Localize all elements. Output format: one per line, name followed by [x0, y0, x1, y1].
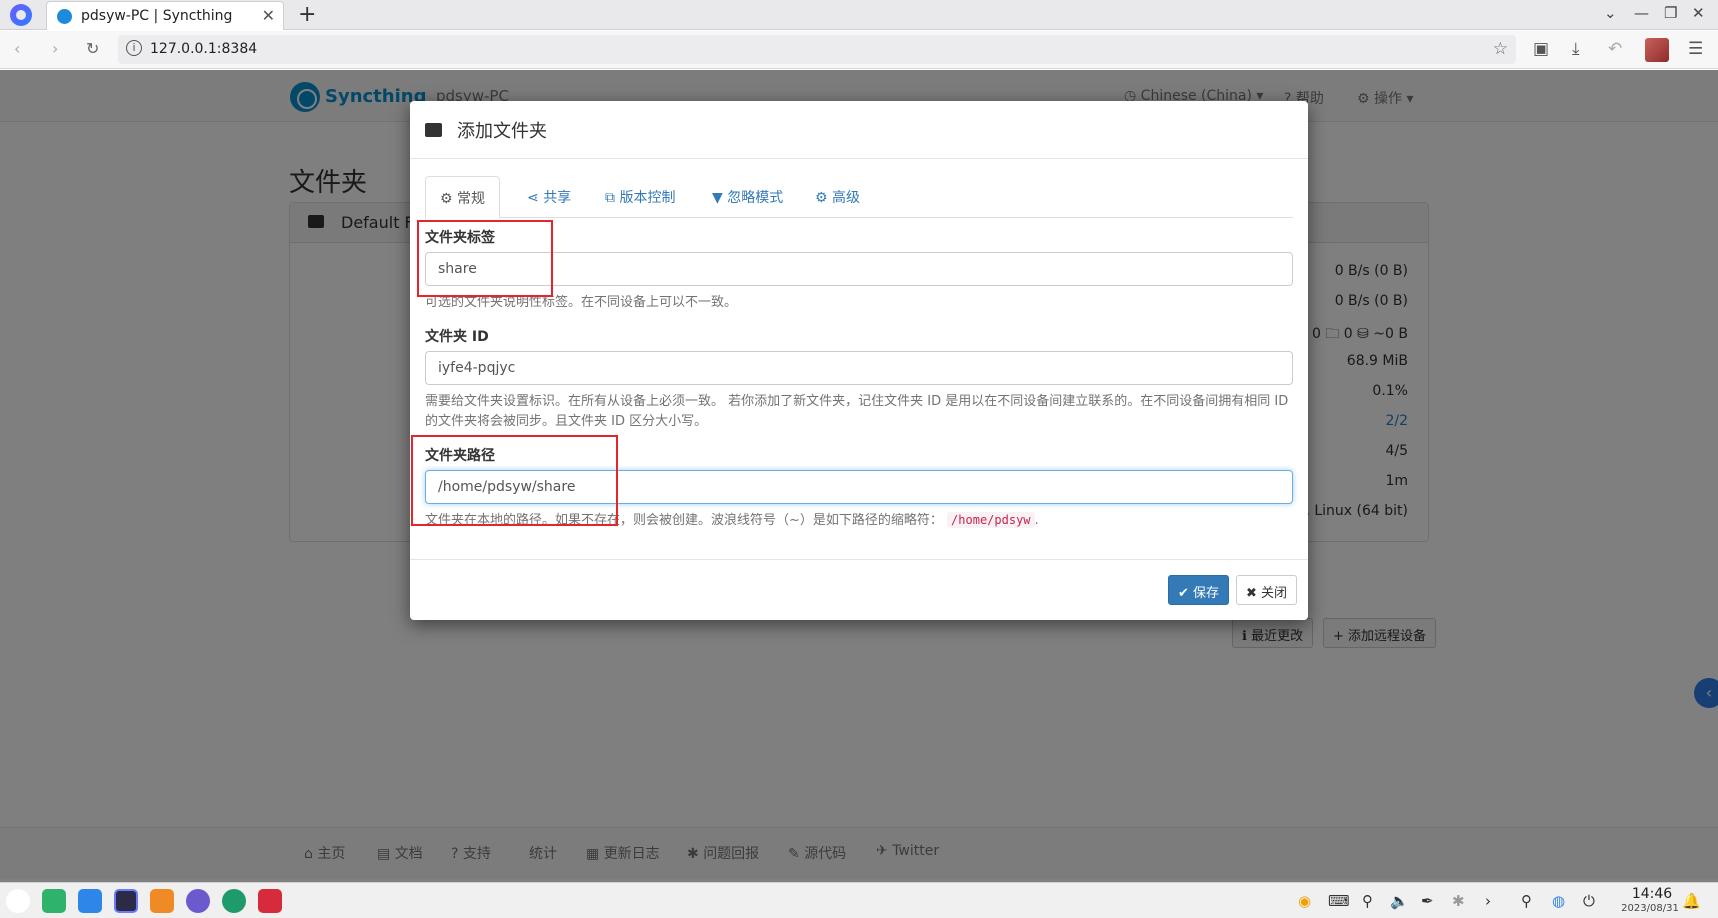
archive-icon[interactable]	[150, 889, 174, 913]
sync-app-icon[interactable]	[222, 889, 246, 913]
menu-icon[interactable]: ☰	[1688, 39, 1703, 59]
modal-footer: ✔ 保存 ✖ 关闭	[410, 559, 1308, 620]
tab-ignore-patterns[interactable]: ▼ 忽略模式	[712, 176, 783, 218]
save-label: 保存	[1193, 586, 1220, 601]
tab-versioning-label: 版本控制	[619, 190, 676, 206]
highlight-box-path	[411, 435, 618, 526]
browser-taskbar-icon[interactable]	[114, 889, 138, 913]
restore-icon[interactable]: ❐	[1664, 4, 1677, 22]
collections-icon[interactable]: ▣	[1533, 39, 1549, 59]
app-store-icon[interactable]	[78, 889, 102, 913]
close-label: 关闭	[1261, 586, 1288, 601]
undo-icon[interactable]: ↶	[1608, 39, 1622, 59]
folder-id-help: 需要给文件夹设置标识。在所有从设备上必须一致。 若你添加了新文件夹，记住文件夹 …	[425, 394, 1289, 429]
folder-label-input[interactable]	[425, 252, 1293, 286]
forward-icon[interactable]: ›	[52, 39, 58, 58]
folder-id-heading: 文件夹 ID	[425, 329, 489, 345]
browser-nav-bar: ‹ › ↻ i 127.0.0.1:8384 ☆ ▣ ⤓ ↶ ☰	[0, 31, 1718, 69]
url-bar[interactable]: i 127.0.0.1:8384 ☆	[118, 35, 1516, 64]
bluetooth-tray-icon[interactable]: ✱	[1452, 892, 1465, 910]
browser-tab[interactable]: pdsyw-PC | Syncthing ✕	[46, 1, 284, 30]
notification-bell-icon[interactable]: 🔔	[1682, 892, 1701, 910]
save-button[interactable]: ✔ 保存	[1168, 575, 1230, 605]
url-text[interactable]: 127.0.0.1:8384	[150, 41, 257, 57]
volume-tray-icon[interactable]: 🔈	[1390, 892, 1409, 910]
browser-logo-icon[interactable]	[10, 4, 32, 26]
home-path-code: /home/pdsyw	[947, 512, 1035, 528]
add-folder-modal: 添加文件夹 ⚙ 常规 ⋖ 共享 ⧉ 版本控制 ▼ 忽略模式 ⚙ 高级 文件夹标签…	[410, 101, 1308, 620]
minimize-icon[interactable]: —	[1634, 4, 1649, 22]
launcher-icon[interactable]	[6, 889, 30, 913]
close-button[interactable]: ✖ 关闭	[1236, 575, 1298, 605]
power-icon[interactable]: ⏻	[1583, 892, 1595, 910]
terminal-icon[interactable]	[258, 889, 282, 913]
reload-icon[interactable]: ↻	[86, 39, 99, 58]
folder-label-help: 可选的文件夹说明性标签。在不同设备上可以不一致。	[425, 295, 738, 310]
download-icon[interactable]: ⤓	[1572, 39, 1580, 59]
site-info-icon[interactable]: i	[126, 40, 142, 56]
tab-advanced-label: 高级	[832, 190, 861, 206]
tab-close-icon[interactable]: ✕	[262, 6, 275, 25]
modal-title: 添加文件夹	[457, 121, 547, 142]
back-icon[interactable]: ‹	[14, 39, 20, 58]
expand-tray-icon[interactable]: ›	[1485, 892, 1491, 910]
chevron-down-icon[interactable]: ⌄	[1604, 4, 1617, 22]
syncthing-favicon-icon	[57, 9, 72, 24]
tab-title: pdsyw-PC | Syncthing	[81, 8, 233, 24]
user-avatar[interactable]	[1645, 38, 1669, 62]
browser-tab-bar: pdsyw-PC | Syncthing ✕ + ⌄ — ❐ ✕	[0, 0, 1718, 30]
folder-id-input[interactable]	[425, 351, 1293, 385]
tab-sharing[interactable]: ⋖ 共享	[527, 176, 571, 218]
highlight-box-label	[417, 220, 553, 297]
settings-icon[interactable]	[186, 889, 210, 913]
tab-ignore-label: 忽略模式	[727, 190, 784, 206]
new-tab-icon[interactable]: +	[298, 2, 316, 27]
tab-versioning[interactable]: ⧉ 版本控制	[605, 176, 675, 218]
tab-general[interactable]: ⚙ 常规	[425, 176, 501, 219]
clock-date: 2023/08/31	[1621, 903, 1679, 914]
tab-advanced[interactable]: ⚙ 高级	[815, 176, 860, 218]
pen-tray-icon[interactable]: ✒	[1421, 892, 1434, 910]
tab-general-label: 常规	[457, 191, 486, 207]
keyboard-tray-icon[interactable]: ⌨	[1328, 892, 1350, 910]
search-icon[interactable]: ⚲	[1521, 892, 1532, 910]
clock-time[interactable]: 14:46	[1622, 886, 1682, 902]
bookmark-star-icon[interactable]: ☆	[1493, 39, 1508, 59]
modal-tabs: ⚙ 常规 ⋖ 共享 ⧉ 版本控制 ▼ 忽略模式 ⚙ 高级	[425, 176, 1293, 219]
update-tray-icon[interactable]: ◉	[1298, 892, 1311, 910]
file-manager-icon[interactable]	[42, 889, 66, 913]
modal-header: 添加文件夹	[410, 101, 1308, 159]
network-tray-icon[interactable]: ◍	[1552, 892, 1565, 910]
usb-tray-icon[interactable]: ⚲	[1362, 892, 1373, 910]
system-taskbar: ◉ ⌨ ⚲ 🔈 ✒ ✱ › ⚲ ◍ ⏻ 14:46 2023/08/31 🔔	[0, 882, 1718, 918]
close-window-icon[interactable]: ✕	[1692, 4, 1705, 22]
tab-sharing-label: 共享	[543, 190, 572, 206]
folder-icon	[425, 123, 442, 137]
